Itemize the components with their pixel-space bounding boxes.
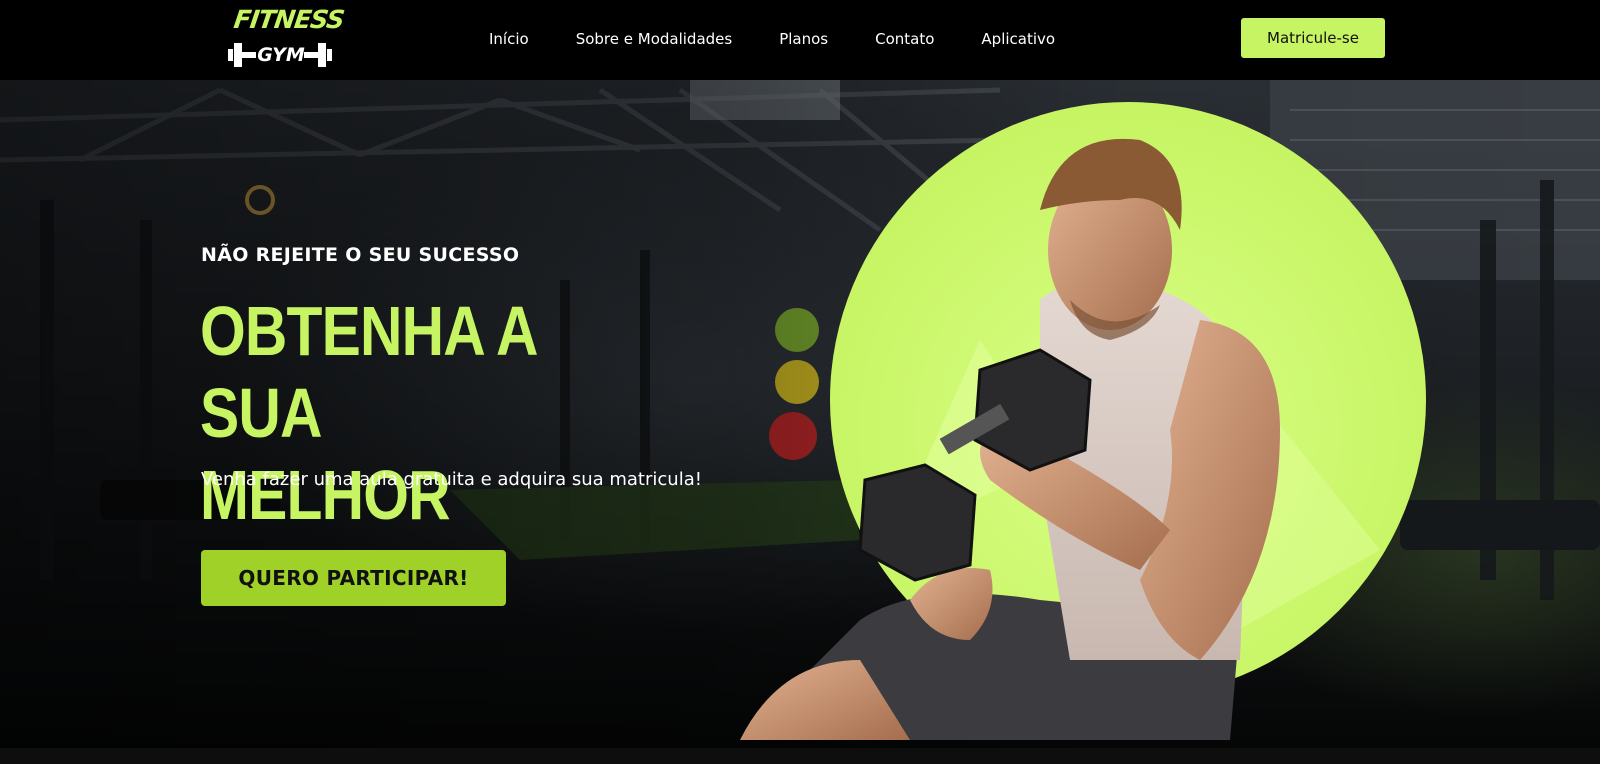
nav-link-aplicativo[interactable]: Aplicativo bbox=[981, 29, 1055, 51]
site-header: FITNESS GYM Início Sobre e Modalidades P… bbox=[0, 0, 1600, 80]
hero-eyebrow: NÃO REJEITE O SEU SUCESSO bbox=[201, 244, 520, 266]
hero-subtitle: Venha fazer uma aula gratuita e adquira … bbox=[201, 469, 702, 490]
logo-gym-text: GYM bbox=[257, 44, 305, 66]
join-now-button[interactable]: QUERO PARTICIPAR! bbox=[201, 550, 506, 606]
main-navigation: Início Sobre e Modalidades Planos Contat… bbox=[489, 29, 1055, 51]
nav-link-sobre-modalidades[interactable]: Sobre e Modalidades bbox=[576, 29, 733, 51]
page-bottom-edge bbox=[0, 748, 1600, 764]
logo-wordmark: FITNESS bbox=[232, 5, 346, 34]
nav-link-contato[interactable]: Contato bbox=[875, 29, 934, 51]
nav-link-planos[interactable]: Planos bbox=[779, 29, 828, 51]
enroll-button[interactable]: Matricule-se bbox=[1241, 18, 1385, 58]
fitness-gym-logo[interactable]: FITNESS GYM bbox=[228, 5, 346, 72]
hero-section: NÃO REJEITE O SEU SUCESSO OBTENHA A SUA … bbox=[0, 80, 1600, 748]
nav-link-inicio[interactable]: Início bbox=[489, 29, 529, 51]
hero-title-line-1: OBTENHA A SUA bbox=[200, 292, 536, 452]
athlete-feature-image bbox=[740, 102, 1426, 740]
